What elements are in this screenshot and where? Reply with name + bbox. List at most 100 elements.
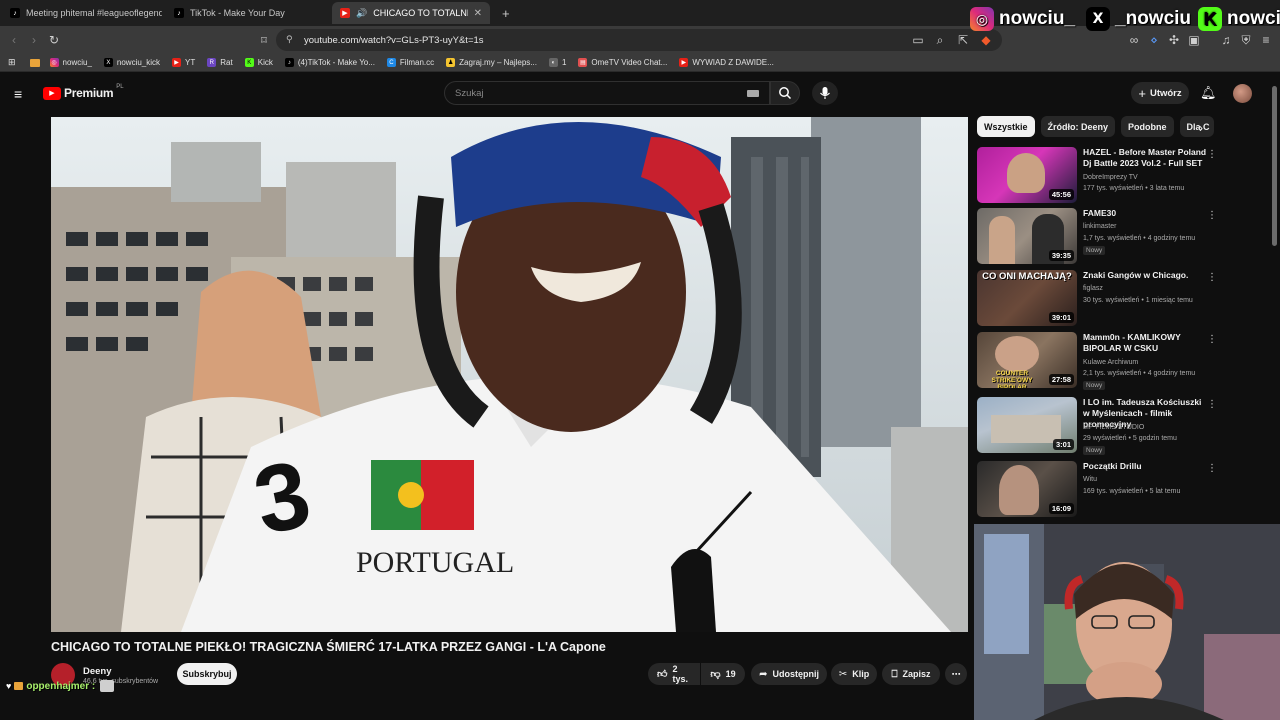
kick-icon: K [1198, 7, 1223, 31]
back-icon[interactable]: ‹ [6, 32, 22, 48]
bookmark-item[interactable]: C Filman.cc [386, 58, 435, 67]
bookmark-label: Filman.cc [399, 58, 435, 67]
chip-source[interactable]: Źródło: Deeny [1040, 116, 1116, 137]
search-button[interactable] [770, 81, 800, 105]
like-count: 2 tys. [672, 664, 688, 684]
bookmark-item[interactable]: ◐ 1 [548, 58, 566, 67]
extension-icon[interactable]: ∞ [1126, 32, 1142, 48]
video-channel[interactable]: DobreImprezy TV [1083, 173, 1233, 183]
recommended-video[interactable]: CO ONI MACHAJĄ? 39:01 Znaki Gangów w Chi… [977, 270, 1267, 328]
apps-grid-icon[interactable]: ⊞ [8, 57, 16, 68]
thumb-person [1007, 153, 1045, 193]
vpn-shield-icon[interactable]: ⛨ [1238, 32, 1254, 48]
video-thumbnail[interactable]: 45:56 [977, 147, 1077, 203]
bookmark-item[interactable]: Xnowciu_kick [103, 58, 160, 67]
chip-for-you[interactable]: Dla C [1179, 116, 1214, 137]
cast-icon[interactable]: ▭ [910, 32, 926, 48]
puzzle-icon[interactable]: ✣ [1166, 32, 1182, 48]
badge-icon [14, 682, 24, 690]
chip-similar[interactable]: Podobne [1121, 116, 1174, 137]
video-channel[interactable]: MP FILMS STUDIO [1083, 423, 1233, 433]
recommended-video[interactable]: 3:01 I LO im. Tadeusza Kościuszki w Myśl… [977, 397, 1267, 455]
tab-title: Meeting phitemal #leagueoflegends [26, 8, 162, 18]
notifications-bell-icon[interactable]: 🔔︎ [1200, 85, 1217, 101]
video-title[interactable]: FAME30 [1083, 208, 1209, 219]
folder-icon[interactable] [29, 58, 40, 67]
like-button[interactable]: 👍︎ 2 tys. [648, 663, 700, 685]
more-vertical-icon[interactable]: ⋮ [1207, 463, 1217, 474]
more-vertical-icon[interactable]: ⋮ [1207, 272, 1217, 283]
video-title[interactable]: Znaki Gangów w Chicago. [1083, 270, 1209, 281]
more-actions-button[interactable]: ⋯ [945, 663, 967, 685]
music-icon[interactable]: ♫ [1218, 32, 1234, 48]
keyboard-icon[interactable] [747, 90, 759, 97]
save-button[interactable]: ⎕ Zapisz [882, 663, 940, 685]
create-button[interactable]: + Utwórz [1131, 82, 1189, 104]
site-info-icon[interactable]: ⚲ [286, 34, 293, 45]
browser-tab[interactable]: ♪ Meeting phitemal #leagueoflegends [2, 2, 162, 24]
share-button[interactable]: ➦ Udostępnij [751, 663, 827, 685]
subscribe-button[interactable]: Subskrybuj [177, 663, 237, 685]
channel-name[interactable]: Deeny [83, 666, 158, 677]
menu-icon[interactable]: ≡ [1258, 32, 1274, 48]
recommended-video[interactable]: 16:09 Początki Drillu Witu 169 tys. wyśw… [977, 461, 1267, 519]
more-vertical-icon[interactable]: ⋮ [1207, 334, 1217, 345]
bookmark-item[interactable]: ◎ nowciu_ [49, 58, 92, 67]
translate-icon[interactable]: ⋄ [1146, 32, 1162, 48]
bookmark-icon[interactable]: ⌑ [256, 32, 272, 48]
thumb-person [989, 216, 1015, 264]
instagram-icon: ◎ [49, 58, 59, 67]
new-tab-button[interactable]: + [494, 2, 516, 24]
video-title[interactable]: Początki Drillu [1083, 461, 1209, 472]
thumbs-up-icon: 👍︎ [657, 669, 668, 680]
browser-tab-active[interactable]: ▶ 🔊 CHICAGO TO TOTALNE PIEKŁO ✕ [332, 2, 490, 24]
video-channel[interactable]: Witu [1083, 475, 1233, 485]
recommended-video[interactable]: 39:35 FAME30 linkimaster 1,7 tys. wyświe… [977, 208, 1267, 266]
search-input[interactable]: Szukaj [444, 81, 770, 105]
bookmark-item[interactable]: ♟ Zagraj.my – Najleps... [446, 58, 537, 67]
page-scrollbar[interactable] [1272, 86, 1277, 246]
hamburger-menu-icon[interactable]: ≡ [14, 86, 22, 102]
browser-tab[interactable]: ♪ TikTok - Make Your Day [166, 2, 330, 24]
bookmark-item[interactable]: ♪ (4)TikTok - Make Yo... [284, 58, 375, 67]
chip-all[interactable]: Wszystkie [977, 116, 1035, 137]
more-vertical-icon[interactable]: ⋮ [1207, 210, 1217, 221]
account-avatar[interactable] [1233, 84, 1252, 103]
forward-icon[interactable]: › [26, 32, 42, 48]
video-channel[interactable]: figlasz [1083, 284, 1233, 294]
video-title[interactable]: HAZEL - Before Master Poland Dj Battle 2… [1083, 147, 1209, 169]
more-vertical-icon[interactable]: ⋮ [1207, 149, 1217, 160]
video-thumbnail[interactable]: 3:01 [977, 397, 1077, 453]
address-bar[interactable]: ⚲ youtube.com/watch?v=GLs-PT3-uyY&t=1s [276, 29, 1002, 51]
brave-shield-icon[interactable]: ◆ [978, 32, 994, 48]
video-channel[interactable]: linkimaster [1083, 222, 1233, 232]
video-thumbnail[interactable]: 39:35 [977, 208, 1077, 264]
clip-button[interactable]: ✂ Klip [831, 663, 877, 685]
bookmark-item[interactable]: R Rat [207, 58, 233, 67]
bookmark-item[interactable]: ▶ WYWIAD Z DAWIDE... [679, 58, 774, 67]
video-thumbnail[interactable]: COUNTER STRIKE'OWY BIPOLAR 27:58 [977, 332, 1077, 388]
share-icon[interactable]: ⇱ [955, 32, 971, 48]
dislike-button[interactable]: 👎︎ 19 [701, 663, 745, 685]
video-thumbnail[interactable]: 16:09 [977, 461, 1077, 517]
sidebar-icon[interactable]: ▣ [1186, 32, 1202, 48]
bookmark-item[interactable]: K Kick [244, 58, 273, 67]
video-channel[interactable]: Kulawe Archiwum [1083, 358, 1233, 368]
recommended-video[interactable]: COUNTER STRIKE'OWY BIPOLAR 27:58 Mamm0n … [977, 332, 1267, 390]
video-thumbnail[interactable]: CO ONI MACHAJĄ? 39:01 [977, 270, 1077, 326]
video-title[interactable]: Mamm0n - KAMLIKOWY BIPOLAR W CSKU [1083, 332, 1209, 354]
zoom-icon[interactable]: ⌕ [932, 32, 948, 48]
create-label: Utwórz [1149, 87, 1182, 99]
video-duration: 27:58 [1048, 374, 1074, 385]
more-vertical-icon[interactable]: ⋮ [1207, 399, 1217, 410]
youtube-logo[interactable]: ▶ Premium PL [43, 84, 124, 100]
kick-icon: K [244, 58, 254, 67]
voice-search-button[interactable] [812, 81, 838, 105]
reload-icon[interactable]: ↻ [46, 32, 62, 48]
chevron-right-icon[interactable]: › [1199, 121, 1203, 135]
recommended-video[interactable]: 45:56 HAZEL - Before Master Poland Dj Ba… [977, 147, 1267, 205]
bookmark-item[interactable]: ▤ OmeTV Video Chat... [578, 58, 667, 67]
video-player[interactable]: 3 PORTUGAL [51, 117, 968, 632]
bookmark-item[interactable]: ▶ YT [172, 58, 195, 67]
close-tab-icon[interactable]: ✕ [474, 8, 482, 19]
